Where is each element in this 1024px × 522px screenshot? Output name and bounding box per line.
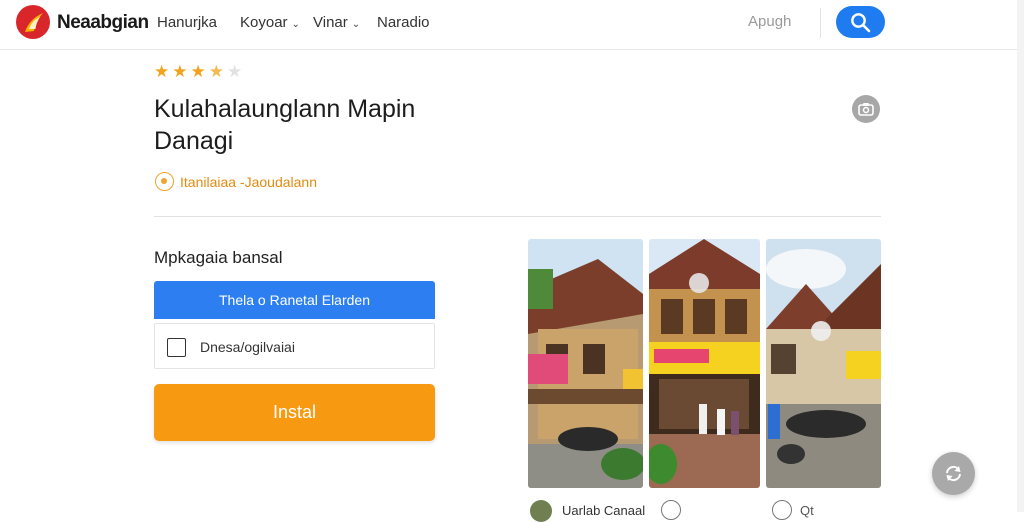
star-icon: ★ <box>172 62 191 81</box>
author-name[interactable]: Uarlab Canaal <box>562 503 645 518</box>
nav-item-4[interactable]: Naradio <box>377 14 430 31</box>
nav-item-label: Vinar <box>313 14 348 31</box>
author-avatar[interactable] <box>530 500 552 522</box>
nav-item-label: Naradio <box>377 14 430 31</box>
star-half-icon: ★ <box>208 62 227 81</box>
info-icon[interactable] <box>661 500 681 520</box>
option-checkbox[interactable] <box>167 338 186 357</box>
nav-item-2[interactable]: Koyoar ⌄ <box>240 14 300 31</box>
info-icon[interactable] <box>772 500 792 520</box>
install-section-label: Mpkagaia bansal <box>154 248 283 267</box>
install-option-row[interactable]: Dnesa/ogilvaiai <box>154 323 435 369</box>
primary-action-button[interactable]: Thela o Ranetal Elarden <box>154 281 435 319</box>
nav-item-label: Hanurjka <box>157 14 218 31</box>
floating-action-button[interactable] <box>932 452 975 495</box>
rating-stars: ★★★★★ <box>154 62 245 82</box>
camera-icon <box>858 103 874 116</box>
developer-icon <box>155 172 174 191</box>
footer-extra-text: Qt <box>800 503 814 518</box>
refresh-icon <box>946 465 961 482</box>
star-icon: ★ <box>190 62 209 81</box>
search-icon <box>851 13 871 33</box>
nav-item-3[interactable]: Vinar ⌄ <box>313 14 360 31</box>
chevron-down-icon: ⌄ <box>291 19 300 30</box>
screenshot-thumbnail-2[interactable] <box>649 239 760 488</box>
header-link[interactable]: Apugh <box>748 13 791 30</box>
install-button[interactable]: Instal <box>154 384 435 441</box>
nav-item-label: Koyoar <box>240 14 288 31</box>
brand-name[interactable]: Neaabgian <box>57 12 149 34</box>
screenshot-thumbnail-1[interactable] <box>528 239 643 488</box>
section-divider <box>154 216 881 217</box>
search-button[interactable] <box>836 6 885 38</box>
star-empty-icon: ★ <box>227 62 246 81</box>
brand-logo-icon[interactable] <box>16 5 50 39</box>
page-scrollbar[interactable] <box>1017 0 1024 512</box>
star-icon: ★ <box>154 62 173 81</box>
app-title: Kulahalaunglann Mapin Danagi <box>154 95 416 155</box>
screenshot-button[interactable] <box>852 95 880 123</box>
screenshot-thumbnail-3[interactable] <box>766 239 881 488</box>
header-divider <box>820 8 821 38</box>
option-label: Dnesa/ogilvaiai <box>200 339 295 355</box>
top-navigation-bar: Neaabgian Hanurjka Koyoar ⌄ Vinar ⌄ Naradi… <box>0 0 1024 50</box>
chevron-down-icon: ⌄ <box>351 19 361 30</box>
nav-item-1[interactable]: Hanurjka <box>157 14 217 31</box>
developer-name[interactable]: Itanilaiaa -Jaoudalann <box>180 174 317 190</box>
